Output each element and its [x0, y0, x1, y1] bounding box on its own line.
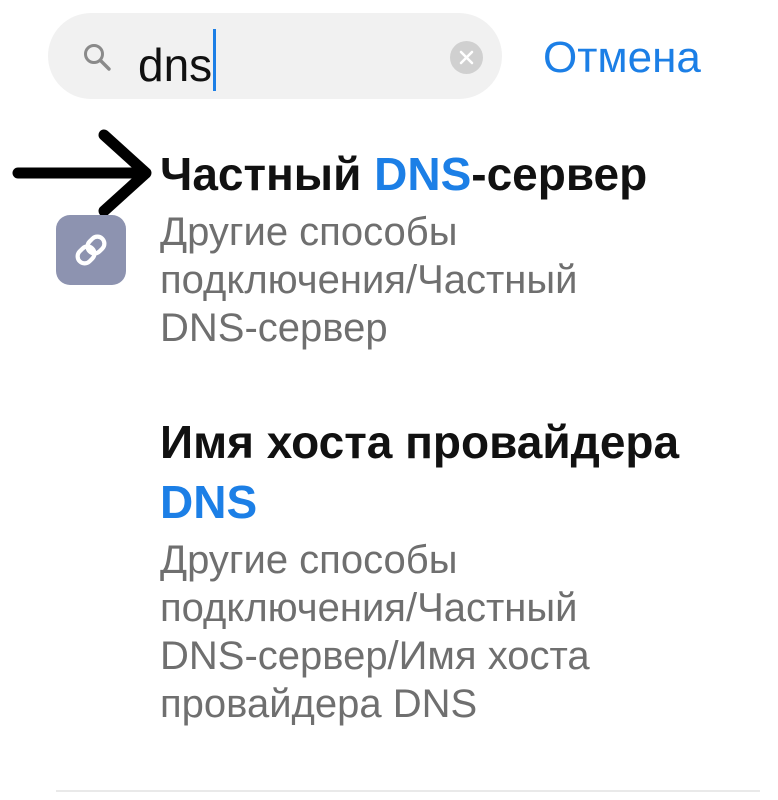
link-icon [75, 234, 107, 266]
search-result-item[interactable]: Имя хоста провайдера DNS Другие способы … [160, 412, 760, 728]
result-title-text: Имя хоста провайдера [160, 416, 680, 468]
arrow-right-icon [12, 129, 152, 217]
result-path: Другие способы подключения/Частный DNS-с… [160, 538, 590, 726]
clear-search-button[interactable] [450, 41, 483, 74]
result-title-highlight: DNS [160, 476, 258, 528]
result-title-text: Частный [160, 148, 375, 200]
search-bar[interactable]: dns [48, 13, 502, 99]
search-icon [82, 42, 112, 72]
result-title-text: -сервер [471, 148, 648, 200]
clear-icon [459, 50, 474, 65]
divider [56, 790, 760, 792]
cancel-button[interactable]: Отмена [543, 30, 701, 86]
search-result-item[interactable]: Частный DNS-сервер Другие способы подклю… [160, 144, 760, 352]
app-icon [56, 215, 126, 285]
search-input[interactable]: dns [138, 29, 217, 91]
result-title: Частный DNS-сервер [160, 144, 760, 204]
result-title-highlight: DNS [374, 148, 472, 200]
text-cursor [213, 29, 217, 91]
result-path: Другие способы подключения/Частный DNS-с… [160, 210, 578, 350]
search-query: dns [138, 39, 213, 91]
result-title: Имя хоста провайдера DNS [160, 412, 760, 532]
